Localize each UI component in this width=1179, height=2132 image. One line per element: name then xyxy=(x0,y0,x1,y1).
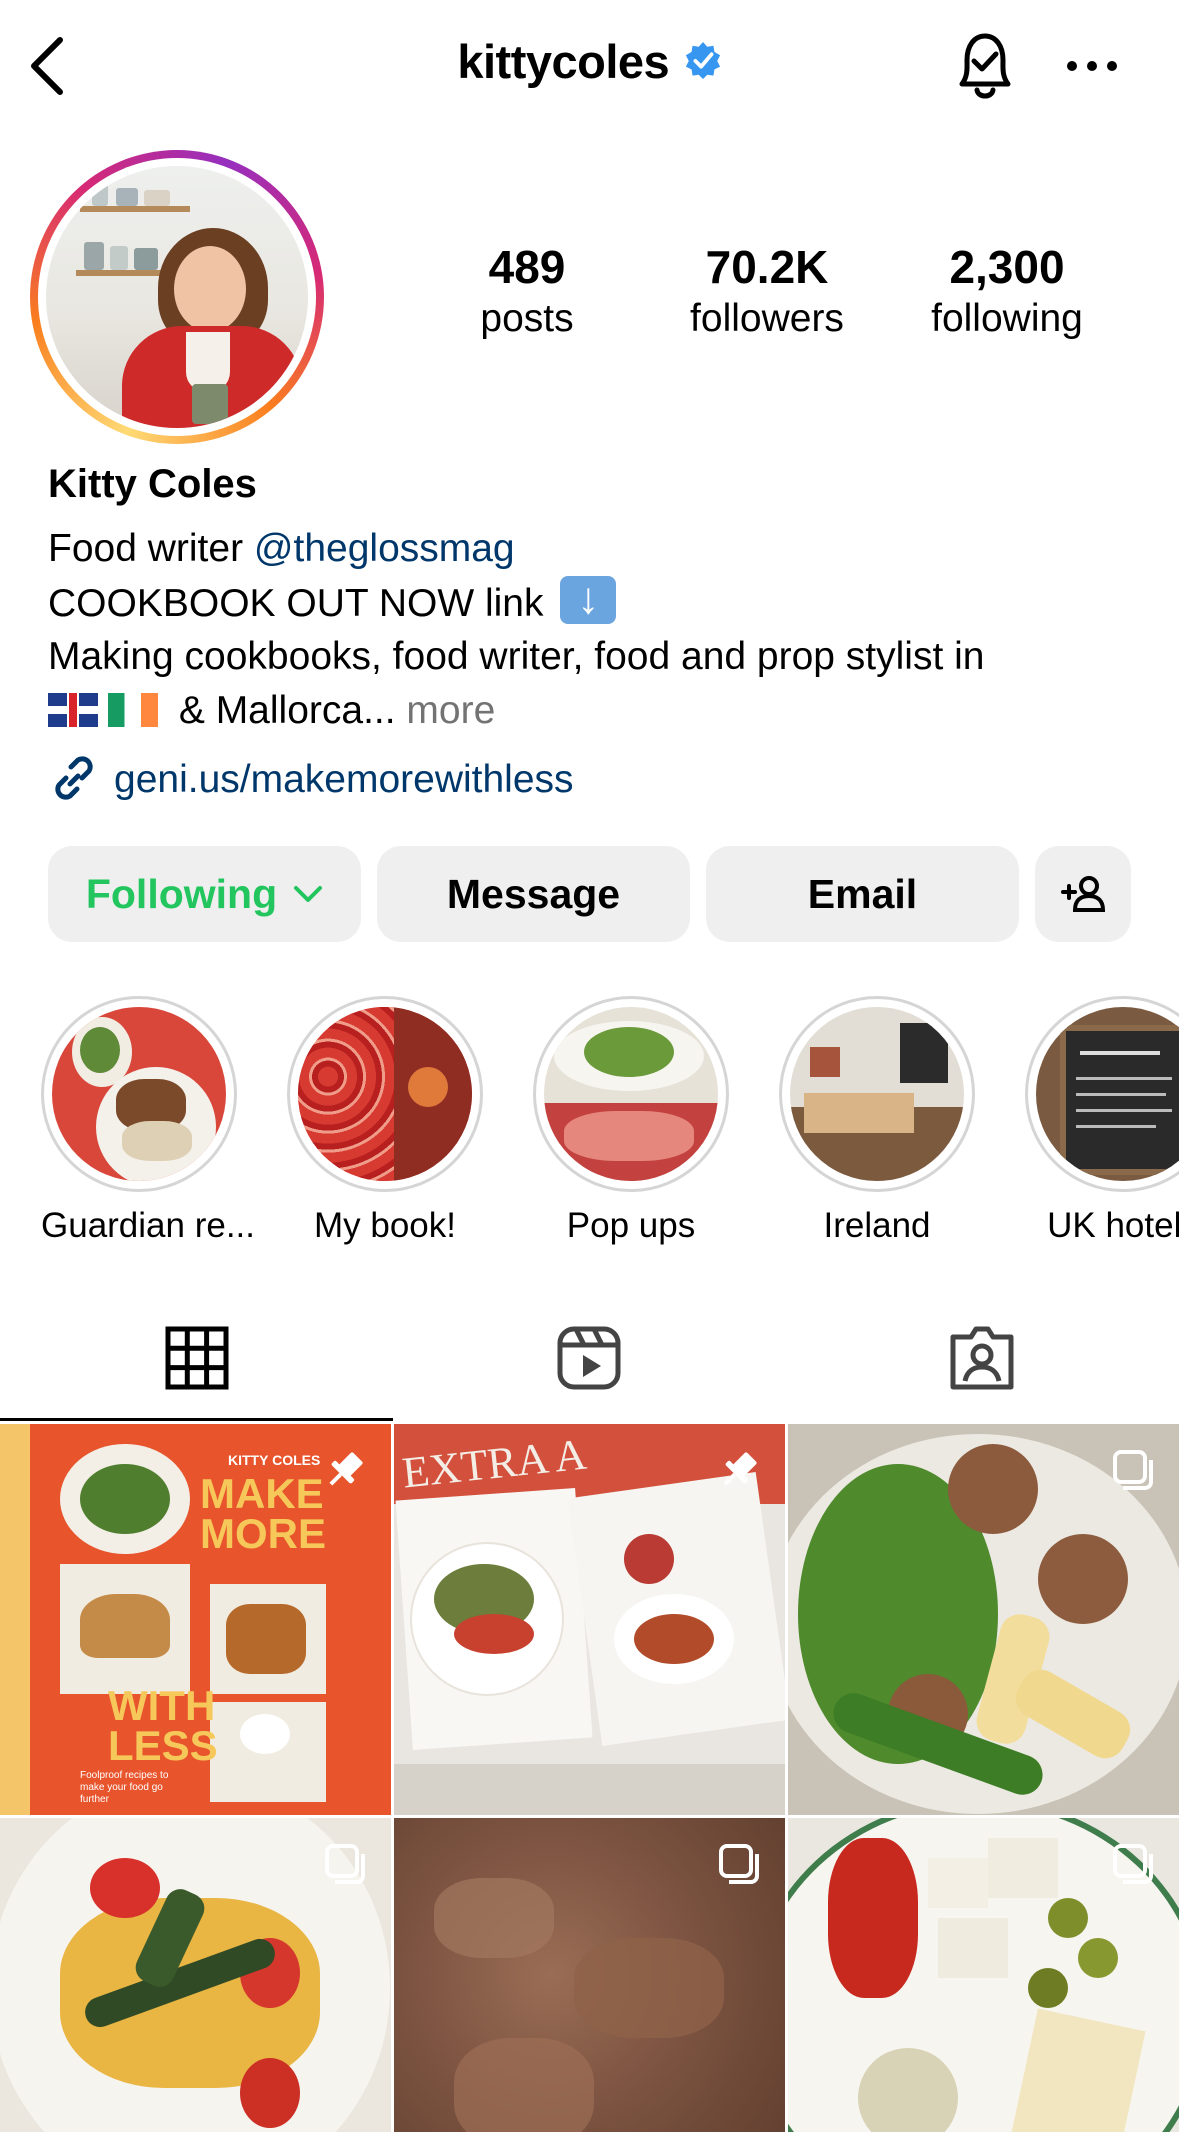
cover-tagline: Foolproof recipes to make your food go f… xyxy=(80,1770,169,1805)
highlight-guardian[interactable]: Guardian re... xyxy=(41,996,255,1246)
highlight-cover xyxy=(52,1007,226,1181)
posts-stat[interactable]: 489 posts xyxy=(427,240,627,344)
highlight-label: Ireland xyxy=(823,1206,931,1245)
avatar-photo xyxy=(46,166,308,428)
post-tile-magazine[interactable]: EXTRA A xyxy=(394,1424,785,1815)
posts-count: 489 xyxy=(488,241,566,293)
cover-author: KITTY COLES xyxy=(228,1452,321,1468)
post-tile-eggs[interactable] xyxy=(0,1818,391,2132)
following-button-label: Following xyxy=(85,870,278,917)
bio-text: & Mallorca... xyxy=(178,689,396,732)
bio-line-4: & Mallorca... more xyxy=(48,684,495,738)
message-button[interactable]: Message xyxy=(377,846,690,942)
following-label: following xyxy=(931,297,1083,340)
highlight-cover xyxy=(298,1007,472,1181)
pinned-icon xyxy=(723,1452,757,1486)
bio-mention-link[interactable]: @theglossmag xyxy=(254,527,515,570)
cover-title-line: MORE xyxy=(200,1510,326,1557)
posts-label: posts xyxy=(480,297,574,340)
highlight-label: Guardian re... xyxy=(41,1206,255,1245)
email-button-label: Email xyxy=(807,870,918,917)
profile-link[interactable]: geni.us/makemorewithless xyxy=(48,754,574,802)
bio-more-link[interactable]: more xyxy=(396,689,495,732)
link-icon xyxy=(55,756,93,800)
highlight-pop-ups[interactable]: Pop ups xyxy=(533,996,729,1246)
notification-bell-icon[interactable] xyxy=(950,28,1020,104)
highlight-cover xyxy=(1036,1007,1179,1181)
followers-stat[interactable]: 70.2K followers xyxy=(667,240,867,344)
grid-tab-icon[interactable] xyxy=(164,1325,230,1391)
following-stat[interactable]: 2,300 following xyxy=(907,240,1107,344)
highlight-cover xyxy=(790,1007,964,1181)
pinned-icon xyxy=(329,1452,363,1486)
post-tile-cookbook[interactable]: KITTY COLES MAKE MORE WITH LESS Foolproo… xyxy=(0,1424,391,1815)
highlight-uk-hotels[interactable]: UK hotels xyxy=(1025,996,1179,1246)
carousel-icon xyxy=(325,1844,365,1884)
email-button[interactable]: Email xyxy=(706,846,1019,942)
highlight-label: UK hotels xyxy=(1047,1206,1179,1245)
following-count: 2,300 xyxy=(949,241,1065,293)
carousel-icon xyxy=(1113,1450,1153,1490)
highlight-ireland[interactable]: Ireland xyxy=(779,996,975,1246)
down-arrow-emoji-icon xyxy=(560,572,617,626)
following-button[interactable]: Following xyxy=(48,846,361,942)
uk-flag-icon xyxy=(48,693,98,727)
post-tile-brownie[interactable] xyxy=(394,1818,785,2132)
add-person-icon xyxy=(1061,876,1106,912)
cover-title-top: MAKE MORE xyxy=(200,1470,326,1557)
highlight-label: My book! xyxy=(314,1206,456,1245)
message-button-label: Message xyxy=(446,870,621,917)
bio-text: Food writer xyxy=(48,527,254,570)
bio-line-1: Food writer @theglossmag xyxy=(48,522,515,576)
ireland-flag-icon xyxy=(108,693,158,727)
cover-title-line: LESS xyxy=(108,1722,218,1769)
active-tab-indicator xyxy=(0,1418,393,1421)
post-tile-meatballs[interactable] xyxy=(788,1424,1179,1815)
highlight-my-book[interactable]: My book! xyxy=(287,996,483,1246)
bio-text: COOKBOOK OUT NOW link xyxy=(48,582,544,625)
top-bar: kittycoles xyxy=(0,0,1179,135)
highlight-label: Pop ups xyxy=(566,1206,696,1245)
post-tile-antipasti[interactable] xyxy=(788,1818,1179,2132)
bio-line-2: COOKBOOK OUT NOW link xyxy=(48,572,617,631)
more-options-icon[interactable] xyxy=(1064,52,1120,80)
cover-title-line: WITH xyxy=(108,1682,216,1729)
reels-tab-icon[interactable] xyxy=(556,1325,622,1391)
carousel-icon xyxy=(719,1844,759,1884)
cover-title-bottom: WITH LESS xyxy=(108,1682,218,1769)
followers-count: 70.2K xyxy=(705,241,829,293)
profile-link-text: geni.us/makemorewithless xyxy=(114,758,574,801)
followers-label: followers xyxy=(690,297,844,340)
display-name: Kitty Coles xyxy=(48,462,257,506)
profile-avatar[interactable] xyxy=(30,150,324,444)
bio-line-3: Making cookbooks, food writer, food and … xyxy=(48,635,985,678)
verified-badge-icon xyxy=(685,41,720,79)
suggest-people-button[interactable] xyxy=(1035,846,1131,942)
chevron-down-icon xyxy=(294,886,323,902)
tagged-tab-icon[interactable] xyxy=(949,1325,1015,1391)
username-title: kittycoles xyxy=(457,35,670,88)
highlight-cover xyxy=(544,1007,718,1181)
carousel-icon xyxy=(1113,1844,1153,1884)
cover-title-line: MAKE xyxy=(200,1470,324,1517)
